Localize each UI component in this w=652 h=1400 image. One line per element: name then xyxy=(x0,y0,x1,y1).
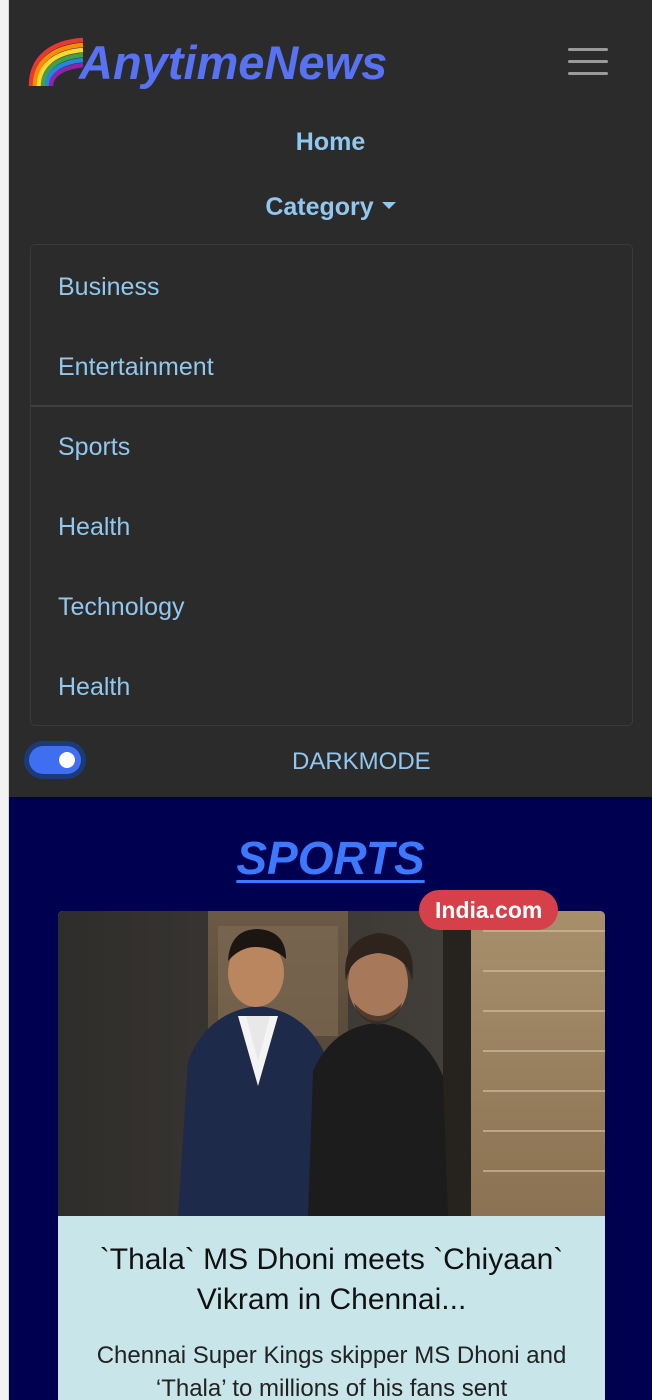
darkmode-toggle[interactable] xyxy=(24,741,86,779)
toggle-knob xyxy=(59,752,75,768)
darkmode-row: DARKMODE xyxy=(9,735,652,787)
article-title[interactable]: `Thala` MS Dhoni meets `Chiyaan` Vikram … xyxy=(78,1240,585,1320)
rainbow-icon xyxy=(28,37,84,87)
browser-edge xyxy=(0,0,9,1400)
dropdown-item-entertainment[interactable]: Entertainment xyxy=(31,327,632,407)
page: AnytimeNews Home Category Business Enter… xyxy=(0,0,652,1400)
caret-down-icon xyxy=(381,201,396,209)
article-description: Chennai Super Kings skipper MS Dhoni and… xyxy=(96,1342,567,1400)
dropdown-item-technology[interactable]: Technology xyxy=(31,567,632,647)
brand-link[interactable]: AnytimeNews xyxy=(27,30,387,94)
nav-home[interactable]: Home xyxy=(9,128,652,157)
hamburger-icon[interactable] xyxy=(561,36,615,86)
dropdown-item-health[interactable]: Health xyxy=(31,487,632,567)
category-dropdown-menu: Business Entertainment Sports Health Tec… xyxy=(30,244,633,726)
brand-name[interactable]: AnytimeNews xyxy=(79,39,387,86)
nav-category-label: Category xyxy=(265,193,374,221)
section-title: SPORTS xyxy=(236,832,425,884)
news-card[interactable]: `Thala` MS Dhoni meets `Chiyaan` Vikram … xyxy=(58,911,605,1400)
source-badge: India.com xyxy=(419,890,559,930)
dropdown-item-business[interactable]: Business xyxy=(31,247,632,327)
nav-category-dropdown[interactable]: Category xyxy=(9,193,652,222)
toggle-track xyxy=(29,746,81,774)
dropdown-item-health-2[interactable]: Health xyxy=(31,647,632,727)
darkmode-label: DARKMODE xyxy=(292,748,431,775)
card-body: `Thala` MS Dhoni meets `Chiyaan` Vikram … xyxy=(58,1216,605,1400)
dropdown-item-sports[interactable]: Sports xyxy=(31,407,632,487)
main-content: SPORTS India.com `Thala` MS Dhoni meets … xyxy=(9,797,652,1400)
article-photo xyxy=(58,911,605,1216)
navbar: AnytimeNews Home Category Business Enter… xyxy=(9,0,652,797)
